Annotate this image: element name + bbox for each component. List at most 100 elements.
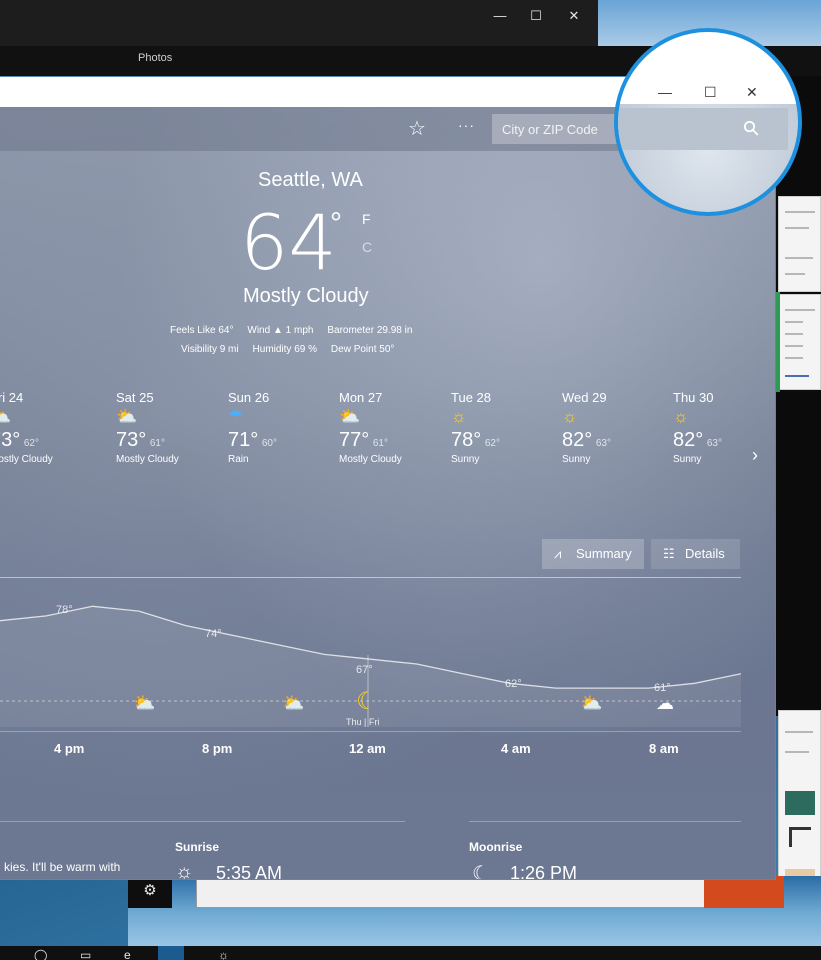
moon-icon: ☾	[356, 687, 378, 715]
moonrise-icon: ☾	[472, 863, 490, 880]
visibility-value: 9 mi	[219, 344, 239, 355]
forecast-day-name: Mon 27	[339, 390, 383, 405]
forecast-day[interactable]: Sun 26 ☂ 71° 60° Rain	[228, 390, 328, 465]
partly-cloudy-icon: ⛅	[133, 693, 155, 714]
magnified-search-box: ⚲	[618, 108, 788, 150]
lower-divider-left	[0, 821, 405, 822]
forecast-day[interactable]: Sat 25 ⛅ 73° 61° Mostly Cloudy	[116, 390, 216, 465]
visibility-label: Visibility	[181, 344, 217, 355]
fahrenheit-toggle[interactable]: F	[362, 211, 371, 227]
dew-point-value: 50°	[379, 344, 395, 355]
degree-symbol: °	[330, 207, 342, 240]
forecast-day[interactable]: Thu 30 ☼ 82° 63° Sunny	[673, 390, 773, 465]
hour-label: 4 pm	[54, 741, 85, 756]
forecast-condition: Sunny	[673, 454, 702, 465]
forecast-low: 62°	[23, 438, 39, 449]
humidity-label: Humidity	[252, 344, 292, 355]
sunrise-value: 5:35 AM	[216, 863, 283, 880]
forecast-summary-text: kies. It'll be warm with	[4, 860, 121, 874]
forecast-condition: Sunny	[562, 454, 591, 465]
document-preview-strip[interactable]	[196, 876, 706, 908]
forecast-day[interactable]: Mon 27 ⛅ 77° 61° Mostly Cloudy	[339, 390, 439, 465]
partly-cloudy-icon: ⛅	[339, 407, 361, 426]
forecast-low: 62°	[484, 438, 500, 449]
search-icon[interactable]: ◯	[34, 948, 47, 960]
chart-point-label: 78°	[56, 604, 73, 616]
day-split-label: Thu | Fri	[346, 717, 380, 727]
dew-point-label: Dew Point	[330, 344, 377, 355]
forecast-low: 61°	[149, 438, 165, 449]
summary-button[interactable]: ⩘ Summary	[542, 539, 644, 569]
hour-label: 8 am	[649, 741, 679, 756]
forecast-low: 61°	[372, 438, 388, 449]
forecast-high: 82°	[562, 429, 593, 451]
weather-taskbar-icon[interactable]: ☼	[218, 948, 229, 960]
forecast-condition: Rain	[228, 454, 249, 465]
forecast-day-name: Sat 25	[116, 390, 154, 405]
current-temperature: 64	[240, 198, 337, 287]
forecast-day-name: Sun 26	[228, 390, 270, 405]
forecast-day[interactable]: Wed 29 ☼ 82° 63° Sunny	[562, 390, 662, 465]
magnified-minimize-icon: —	[658, 84, 672, 100]
hour-label: 4 am	[501, 741, 531, 756]
forecast-low: 60°	[261, 438, 277, 449]
presentation-preview-tile[interactable]	[704, 876, 784, 908]
forecast-low: 63°	[595, 438, 611, 449]
moonrise-value: 1:26 PM	[510, 863, 578, 880]
photos-window-title: Photos	[138, 52, 173, 64]
chart-point-label: 74°	[205, 628, 222, 640]
document-thumbnail[interactable]	[778, 196, 821, 292]
background-window-titlebar: — ☐ ✕	[0, 0, 598, 46]
wind-value: ▲ 1 mph	[272, 325, 314, 336]
forecast-condition: Mostly Cloudy	[0, 454, 53, 465]
details-button[interactable]: ☷ Details	[651, 539, 740, 569]
wind-label: Wind	[247, 325, 271, 336]
sunrise-label: Sunrise	[175, 840, 220, 854]
moonrise-label: Moonrise	[469, 840, 523, 854]
conditions-row-2: Visibility 9 mi Humidity 69 % Dew Point …	[181, 344, 394, 355]
rain-icon: ☂	[228, 407, 244, 426]
humidity-value: 69 %	[294, 344, 318, 355]
next-days-chevron-icon[interactable]: ›	[752, 445, 758, 466]
current-condition: Mostly Cloudy	[243, 285, 369, 307]
partly-cloudy-icon: ⛅	[0, 407, 90, 429]
background-close-button[interactable]: ✕	[556, 6, 592, 26]
barometer-label: Barometer	[327, 325, 375, 336]
forecast-high: 77°	[339, 429, 370, 451]
weather-content: ☆ ··· ⚲ Seattle, WA 64 ° F C Mostly Clou…	[0, 107, 775, 880]
barometer-value: 29.98 in	[376, 325, 413, 336]
spreadsheet-thumbnail[interactable]	[778, 294, 821, 390]
magnified-maximize-icon: ☐	[704, 84, 717, 100]
more-options-icon[interactable]: ···	[458, 117, 475, 133]
conditions-row-1: Feels Like 64° Wind ▲ 1 mph Barometer 29…	[170, 325, 412, 336]
feels-like-label: Feels Like	[170, 325, 216, 336]
celsius-toggle[interactable]: C	[362, 239, 372, 255]
forecast-day-name: Thu 30	[673, 390, 714, 405]
background-maximize-button[interactable]: ☐	[518, 6, 554, 26]
forecast-day-name: Fri 24	[0, 390, 24, 405]
task-view-icon[interactable]: ▭	[80, 948, 91, 960]
settings-tile[interactable]: ⚙	[128, 876, 172, 908]
feels-like-value: 64°	[218, 325, 234, 336]
browser-icon[interactable]: e	[124, 948, 131, 960]
forecast-high: 71°	[228, 429, 259, 451]
sunny-icon: ☼	[673, 407, 689, 426]
partly-cloudy-icon: ⛅	[282, 693, 304, 714]
taskbar: ◯ ▭ e ☼	[0, 946, 821, 960]
magnified-titlebar: — ☐ ✕	[618, 32, 798, 104]
cloudy-icon: ☁	[656, 693, 674, 714]
forecast-day[interactable]: Tue 28 ☼ 78° 62° Sunny	[451, 390, 551, 465]
forecast-day-name: Tue 28	[451, 390, 491, 405]
lower-divider-right	[469, 821, 741, 822]
fri-label: Fri	[368, 717, 380, 727]
summary-label: Summary	[576, 546, 632, 561]
favorite-star-icon[interactable]: ☆	[408, 116, 426, 141]
magnifier-lens: — ☐ ✕ ⚲	[614, 28, 802, 216]
spreadsheet-accent	[776, 292, 780, 392]
forecast-day-name: Wed 29	[562, 390, 607, 405]
forecast-day[interactable]: Fri 24 ⛅73° 62° Mostly Cloudy	[0, 390, 90, 465]
forecast-high: 78°	[451, 429, 482, 451]
active-app-taskbar-button[interactable]	[158, 946, 184, 960]
background-minimize-button[interactable]: —	[482, 6, 518, 26]
forecast-high: 82°	[673, 429, 704, 451]
